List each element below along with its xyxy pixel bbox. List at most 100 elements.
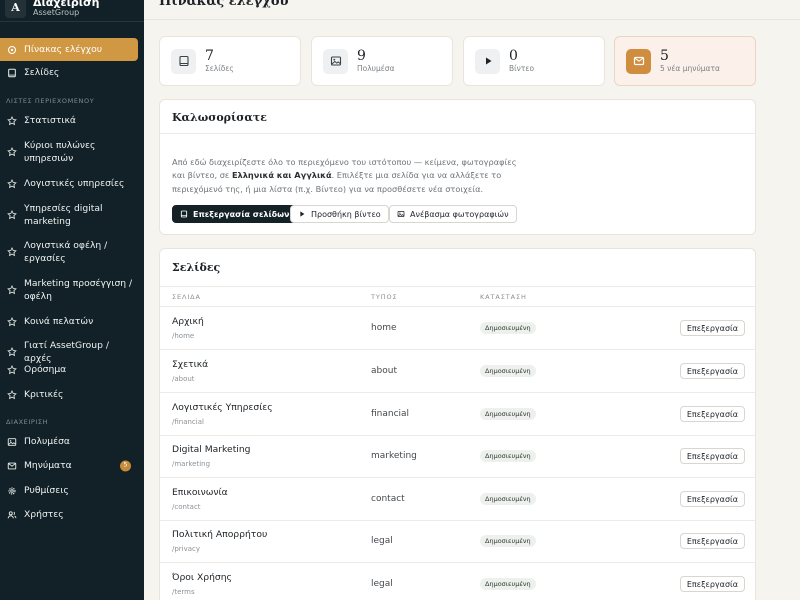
page-name: Αρχική	[172, 316, 204, 327]
status-badge: Δημοσιευμένη	[480, 535, 536, 547]
star-icon	[7, 115, 17, 126]
upload-photos-button[interactable]: Ανέβασμα φωτογραφιών	[389, 205, 517, 223]
status-badge: Δημοσιευμένη	[480, 450, 536, 462]
table-row[interactable]: Πολιτική Απορρήτου /privacy legal Δημοσι…	[160, 520, 755, 563]
page-name: Λογιστικές Υπηρεσίες	[172, 402, 273, 413]
table-row[interactable]: Λογιστικές Υπηρεσίες /financial financia…	[160, 393, 755, 436]
star-icon	[7, 347, 17, 357]
page-type: marketing	[371, 451, 417, 461]
page-title: Πίνακας ελέγχου	[159, 0, 289, 9]
stat-label: Πολυμέσα	[357, 64, 395, 74]
mail-icon	[7, 461, 17, 471]
brand-divider	[0, 21, 144, 22]
page-type: financial	[371, 409, 410, 419]
sidebar-item-milestones[interactable]: Ορόσημα	[0, 363, 144, 376]
page-slug: /terms	[172, 588, 195, 596]
users-icon	[7, 510, 17, 520]
image-icon	[397, 210, 405, 218]
sidebar-item-label: Κριτικές	[24, 389, 64, 400]
page-slug: /financial	[172, 418, 204, 426]
star-icon	[7, 147, 17, 157]
edit-pages-button[interactable]: Επεξεργασία σελίδων	[172, 205, 298, 223]
table-row[interactable]: Όροι Χρήσης /terms legal Δημοσιευμένη Επ…	[160, 563, 755, 600]
topbar: Πίνακας ελέγχου	[144, 0, 800, 20]
welcome-text: Από εδώ διαχειρίζεστε όλο το περιεχόμενο…	[172, 157, 517, 194]
sidebar-item-reviews[interactable]: Κριτικές	[0, 388, 144, 401]
sidebar-item-label: Λογιστικά οφέλη / εργασίες	[24, 240, 108, 265]
sidebar-item-accounting-benefits[interactable]: Λογιστικά οφέλη / εργασίες	[0, 239, 144, 266]
page-slug: /privacy	[172, 545, 201, 553]
page-slug: /about	[172, 375, 195, 383]
play-icon	[475, 48, 500, 74]
add-video-button[interactable]: Προσθήκη βίντεο	[290, 205, 389, 223]
sidebar-item-label: Πολυμέσα	[24, 436, 70, 447]
brand-subtitle: AssetGroup	[33, 8, 80, 17]
star-icon	[7, 178, 17, 189]
mail-icon	[626, 48, 651, 74]
status-badge: Δημοσιευμένη	[480, 408, 536, 420]
page-type: legal	[371, 579, 393, 589]
star-icon	[7, 364, 17, 375]
stat-card-messages[interactable]: 5 5 νέα μηνύματα	[614, 36, 756, 86]
column-header-type: ΤΥΠΟΣ	[371, 293, 398, 301]
table-row[interactable]: Αρχική /home home Δημοσιευμένη Επεξεργασ…	[160, 307, 755, 350]
sidebar-item-label: Κοινά πελατών	[24, 316, 94, 327]
edit-button[interactable]: Επεξεργασία	[679, 448, 745, 464]
sidebar-item-marketing-approach[interactable]: Marketing προσέγγιση / οφέλη	[0, 277, 144, 304]
sidebar-item-settings[interactable]: Ρυθμίσεις	[0, 484, 144, 497]
sidebar-item-media[interactable]: Πολυμέσα	[0, 435, 144, 448]
page-type: about	[371, 366, 397, 376]
book-icon	[180, 210, 188, 218]
page-name: Digital Marketing	[172, 444, 251, 455]
sidebar-item-service-pillars[interactable]: Κύριοι πυλώνες υπηρεσιών	[0, 139, 144, 166]
table-row[interactable]: Επικοινωνία /contact contact Δημοσιευμέν…	[160, 478, 755, 521]
card-divider	[160, 133, 755, 134]
page-slug: /marketing	[172, 460, 211, 468]
edit-button[interactable]: Επεξεργασία	[679, 320, 745, 336]
sidebar-item-dashboard[interactable]: Πίνακας ελέγχου	[0, 38, 138, 61]
sidebar-item-stats[interactable]: Στατιστικά	[0, 114, 144, 127]
page-name: Όροι Χρήσης	[172, 572, 232, 583]
image-icon	[323, 48, 348, 74]
stat-card-videos[interactable]: 0 Βίντεο	[463, 36, 605, 86]
page-name: Επικοινωνία	[172, 487, 228, 498]
status-badge: Δημοσιευμένη	[480, 322, 536, 334]
sidebar-item-label: Μηνύματα	[24, 460, 72, 471]
stat-card-media[interactable]: 9 Πολυμέσα	[311, 36, 453, 86]
sidebar-item-accounting-services[interactable]: Λογιστικές υπηρεσίες	[0, 177, 144, 190]
sidebar-item-messages[interactable]: Μηνύματα 5	[0, 459, 144, 472]
sidebar: A Διαχείριση AssetGroup Πίνακας ελέγχου …	[0, 0, 144, 600]
table-row[interactable]: Digital Marketing /marketing marketing Δ…	[160, 435, 755, 478]
main-content: Πίνακας ελέγχου 7 Σελίδες 9 Πολυμέσα 0 Β…	[144, 0, 800, 600]
section-label-content: ΛΙΣΤΕΣ ΠΕΡΙΕΧΟΜΕΝΟΥ	[6, 97, 95, 105]
page-type: home	[371, 323, 397, 333]
status-badge: Δημοσιευμένη	[480, 365, 536, 377]
sidebar-item-pages[interactable]: Σελίδες	[0, 66, 144, 79]
sidebar-item-digital-marketing-services[interactable]: Υπηρεσίες digital marketing	[0, 202, 144, 229]
brand-logo: A	[5, 0, 26, 18]
stat-value: 0	[509, 47, 518, 64]
table-row[interactable]: Σχετικά /about about Δημοσιευμένη Επεξερ…	[160, 350, 755, 393]
edit-button[interactable]: Επεξεργασία	[679, 533, 745, 549]
stat-value: 5	[660, 47, 669, 64]
sidebar-item-why-assetgroup[interactable]: Γιατί AssetGroup / αρχές	[0, 339, 144, 366]
messages-count-badge: 5	[120, 460, 131, 472]
stat-value: 9	[357, 47, 366, 64]
stat-label: 5 νέα μηνύματα	[660, 64, 720, 74]
table-header: ΣΕΛΙΔΑ ΤΥΠΟΣ ΚΑΤΑΣΤΑΣΗ	[160, 286, 755, 307]
star-icon	[7, 389, 17, 400]
edit-button[interactable]: Επεξεργασία	[679, 363, 745, 379]
brand[interactable]: A Διαχείριση AssetGroup	[0, 0, 144, 18]
sidebar-item-label: Στατιστικά	[24, 115, 76, 126]
edit-button[interactable]: Επεξεργασία	[679, 491, 745, 507]
sidebar-item-client-commons[interactable]: Κοινά πελατών	[0, 315, 144, 328]
edit-button[interactable]: Επεξεργασία	[679, 576, 745, 592]
sidebar-item-users[interactable]: Χρήστες	[0, 508, 144, 521]
stat-card-pages[interactable]: 7 Σελίδες	[159, 36, 301, 86]
image-icon	[7, 437, 17, 447]
sidebar-item-label: Γιατί AssetGroup / αρχές	[24, 340, 109, 365]
star-icon	[7, 247, 17, 257]
edit-button[interactable]: Επεξεργασία	[679, 406, 745, 422]
pages-title: Σελίδες	[172, 261, 221, 274]
sidebar-item-label: Κύριοι πυλώνες υπηρεσιών	[24, 140, 96, 165]
